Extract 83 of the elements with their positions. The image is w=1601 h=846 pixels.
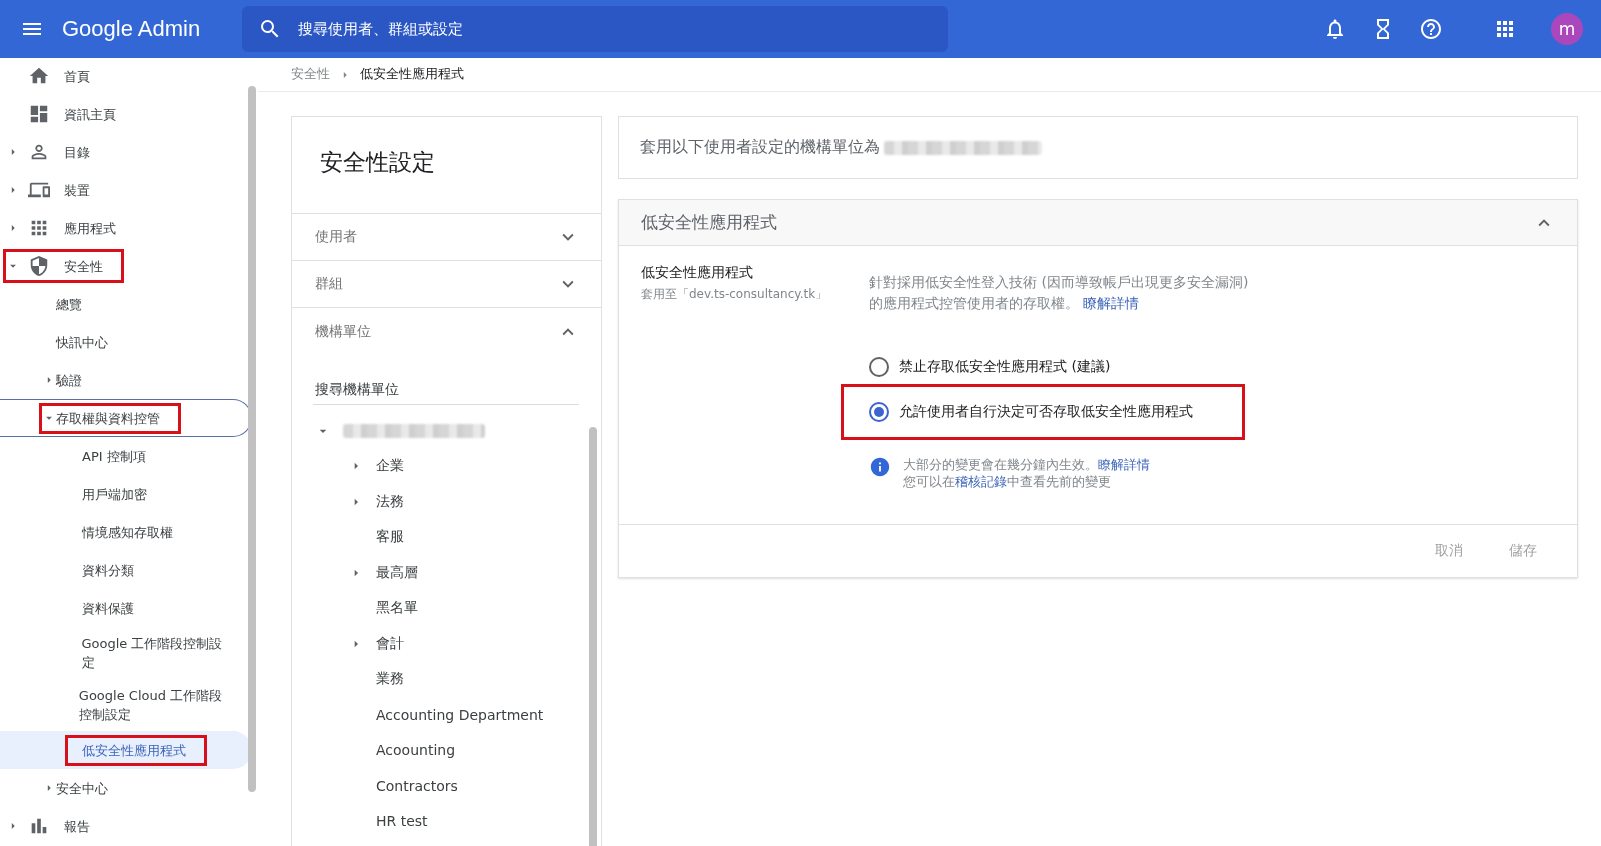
org-unit-item[interactable]: HR test [376, 813, 428, 830]
accordion-header[interactable]: 機構單位 [292, 308, 601, 355]
sidebar-item[interactable]: 情境感知存取權 [0, 513, 252, 551]
sidebar-label: 裝置 [64, 181, 90, 200]
sidebar-label: 存取權與資料控管 [56, 409, 160, 428]
info-text: 大部分的變更會在幾分鐘內生效。瞭解詳情 [903, 456, 1150, 473]
sidebar-label: Google Cloud 工作階段控制設定 [78, 687, 224, 724]
org-unit-item[interactable]: 最高層 [376, 563, 418, 582]
sidebar-label: 安全中心 [56, 779, 108, 798]
sidebar-label: 報告 [64, 817, 90, 836]
option-label: 禁止存取低安全性應用程式 (建議) [899, 358, 1111, 376]
accordion-label: 機構單位 [315, 322, 371, 341]
sidebar-label: 目錄 [64, 143, 90, 162]
radio-button[interactable] [869, 402, 889, 422]
org-unit-item[interactable]: Acoounting [376, 742, 456, 759]
info-link[interactable]: 瞭解詳情 [1098, 457, 1150, 472]
sidebar-label: 驗證 [56, 371, 82, 390]
sidebar-item[interactable]: 首頁 [0, 58, 252, 95]
org-unit-item[interactable]: 黑名單 [376, 599, 418, 618]
accordion-label: 使用者 [315, 228, 357, 246]
setting-description: 針對採用低安全性登入技術 (因而導致帳戶出現更多安全漏洞) 的應用程式控管使用者的存取權。 瞭解詳情 [869, 273, 1250, 313]
sidebar-label: 情境感知存取權 [82, 523, 173, 542]
help-icon[interactable] [1419, 17, 1443, 41]
sidebar-item[interactable]: API 控制項 [0, 437, 252, 475]
sidebar-item[interactable]: 資料分類 [0, 551, 252, 589]
org-unit-item[interactable]: 法務 [376, 492, 404, 511]
sidebar-item[interactable]: 安全性 [0, 247, 252, 285]
org-unit-item[interactable]: Contractors [376, 777, 458, 794]
info-icon [869, 456, 891, 478]
sidebar-label: 資訊主頁 [64, 105, 116, 124]
sidebar-label: 資料分類 [82, 561, 134, 580]
card-title: 低安全性應用程式 [641, 211, 777, 234]
sidebar-item[interactable]: 資料保護 [0, 589, 252, 627]
sidebar-label: Google 工作階段控制設定 [81, 635, 224, 672]
org-unit-item[interactable]: 會計 [376, 634, 404, 653]
app-title: Google Admin [62, 16, 202, 42]
info-text: 您可以在稽核記錄中查看先前的變更 [903, 473, 1112, 490]
breadcrumb-item: 低安全性應用程式 [360, 66, 464, 83]
sidebar-item[interactable]: 報告 [0, 807, 252, 845]
sidebar-item[interactable]: 安全中心 [0, 769, 252, 807]
sidebar-label: 低安全性應用程式 [82, 741, 186, 760]
sidebar-label: 總覽 [56, 295, 82, 314]
org-unit-item[interactable]: 企業 [376, 457, 404, 476]
option-label: 允許使用者自行決定可否存取低安全性應用程式 [899, 403, 1193, 421]
search-field[interactable]: 搜尋使用者、群組或設定 [242, 6, 948, 52]
sidebar-label: 首頁 [64, 67, 90, 86]
radio-option[interactable]: 禁止存取低安全性應用程式 (建議) [841, 350, 1245, 384]
sidebar-item[interactable]: 驗證 [0, 361, 252, 399]
org-unit-item[interactable]: 業務 [376, 670, 404, 689]
sidebar-item[interactable]: 資訊主頁 [0, 95, 252, 133]
scrollbar[interactable] [248, 86, 256, 792]
sidebar-label: 快訊中心 [56, 333, 108, 352]
radio-button[interactable] [869, 357, 889, 377]
sidebar-label: 安全性 [64, 257, 103, 276]
sidebar-label: API 控制項 [82, 447, 146, 466]
banner-text: 套用以下使用者設定的機構單位為 [640, 137, 880, 158]
scrollbar[interactable] [589, 427, 597, 846]
breadcrumb-item[interactable]: 安全性 [291, 66, 330, 83]
sidebar-label: 用戶端加密 [82, 485, 147, 504]
sidebar-item[interactable]: Google 工作階段控制設定 [0, 627, 252, 679]
sidebar-item[interactable]: 目錄 [0, 133, 252, 171]
sidebar-item[interactable]: 總覽 [0, 285, 252, 323]
applies-to: 套用至「dev.ts-consultancy.tk」 [641, 286, 829, 303]
org-unit-item[interactable]: 客服 [376, 528, 404, 547]
sidebar-label: 應用程式 [64, 219, 116, 238]
org-unit-item[interactable]: Accounting Department [376, 706, 544, 723]
learn-more-link[interactable]: 瞭解詳情 [1083, 295, 1140, 311]
dashboard-icon [28, 103, 50, 125]
sidebar-item[interactable]: 快訊中心 [0, 323, 252, 361]
avatar[interactable]: m [1551, 13, 1583, 45]
accordion-header[interactable]: 使用者 [292, 214, 601, 261]
sidebar-item[interactable]: 用戶端加密 [0, 475, 252, 513]
setting-name: 低安全性應用程式 [641, 264, 754, 282]
info-link[interactable]: 稽核記錄 [955, 474, 1007, 489]
sidebar-item[interactable]: 應用程式 [0, 209, 252, 247]
sidebar-item[interactable]: 裝置 [0, 171, 252, 209]
radio-option[interactable]: 允許使用者自行決定可否存取低安全性應用程式 [841, 384, 1245, 440]
shield-icon [28, 255, 50, 277]
accordion-label: 群組 [315, 275, 343, 293]
sidebar-label: 資料保護 [82, 599, 134, 618]
accordion-header[interactable]: 群組 [292, 261, 601, 308]
panel-title: 安全性設定 [292, 117, 601, 214]
sidebar-item[interactable]: Google Cloud 工作階段控制設定 [0, 679, 252, 731]
